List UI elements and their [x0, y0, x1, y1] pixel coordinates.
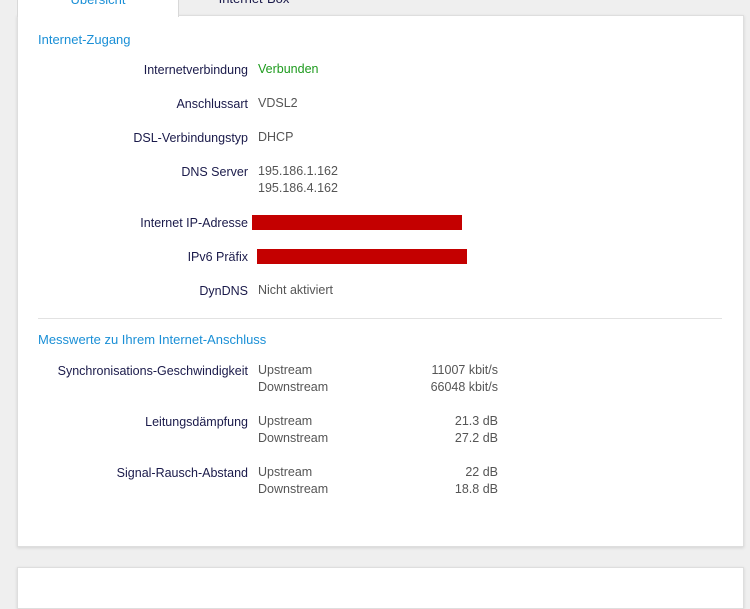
row-label: Internet IP-Adresse	[140, 216, 248, 230]
redaction-bar	[257, 249, 467, 264]
row-label: Anschlussart	[176, 97, 248, 111]
row-label: DSL-Verbindungstyp	[133, 131, 248, 145]
tab-bar: Übersicht Internet-Box	[17, 0, 750, 17]
tab-internet-box[interactable]: Internet-Box	[179, 0, 329, 15]
row-label: Leitungsdämpfung	[145, 415, 248, 429]
row-value: DHCP	[258, 130, 294, 144]
dns-primary: 195.186.1.162	[258, 164, 338, 178]
row-label: Synchronisations-Geschwindigkeit	[57, 364, 248, 378]
row-label: Internetverbindung	[143, 63, 248, 77]
upstream-label: Upstream	[258, 465, 313, 479]
tab-uebersicht[interactable]: Übersicht	[17, 0, 179, 17]
downstream-value: 27.2 dB	[454, 431, 498, 445]
downstream-label: Downstream	[258, 431, 329, 445]
upstream-value: 22 dB	[465, 465, 498, 479]
downstream-label: Downstream	[258, 380, 329, 394]
section-title-measurements: Messwerte zu Ihrem Internet-Anschluss	[38, 332, 267, 347]
row-label: DNS Server	[181, 165, 248, 179]
row-label: Signal-Rausch-Abstand	[116, 466, 248, 480]
upstream-value: 21.3 dB	[454, 414, 498, 428]
section-title-internet-access: Internet-Zugang	[38, 32, 131, 47]
redaction-bar	[252, 215, 462, 230]
row-label: DynDNS	[199, 284, 248, 298]
dns-secondary: 195.186.4.162	[258, 181, 338, 195]
upstream-label: Upstream	[258, 414, 313, 428]
downstream-label: Downstream	[258, 482, 329, 496]
downstream-value: 18.8 dB	[454, 482, 498, 496]
upstream-value: 11007 kbit/s	[431, 363, 498, 377]
row-value: VDSL2	[258, 96, 298, 110]
overview-panel: Internet-Zugang Internetverbindung Verbu…	[17, 15, 744, 547]
section-divider	[38, 318, 722, 319]
row-value: Nicht aktiviert	[258, 283, 334, 297]
row-label: IPv6 Präfix	[187, 250, 248, 264]
secondary-panel	[17, 567, 744, 609]
upstream-label: Upstream	[258, 363, 313, 377]
downstream-value: 66048 kbit/s	[430, 380, 498, 394]
connection-status: Verbunden	[258, 62, 319, 76]
